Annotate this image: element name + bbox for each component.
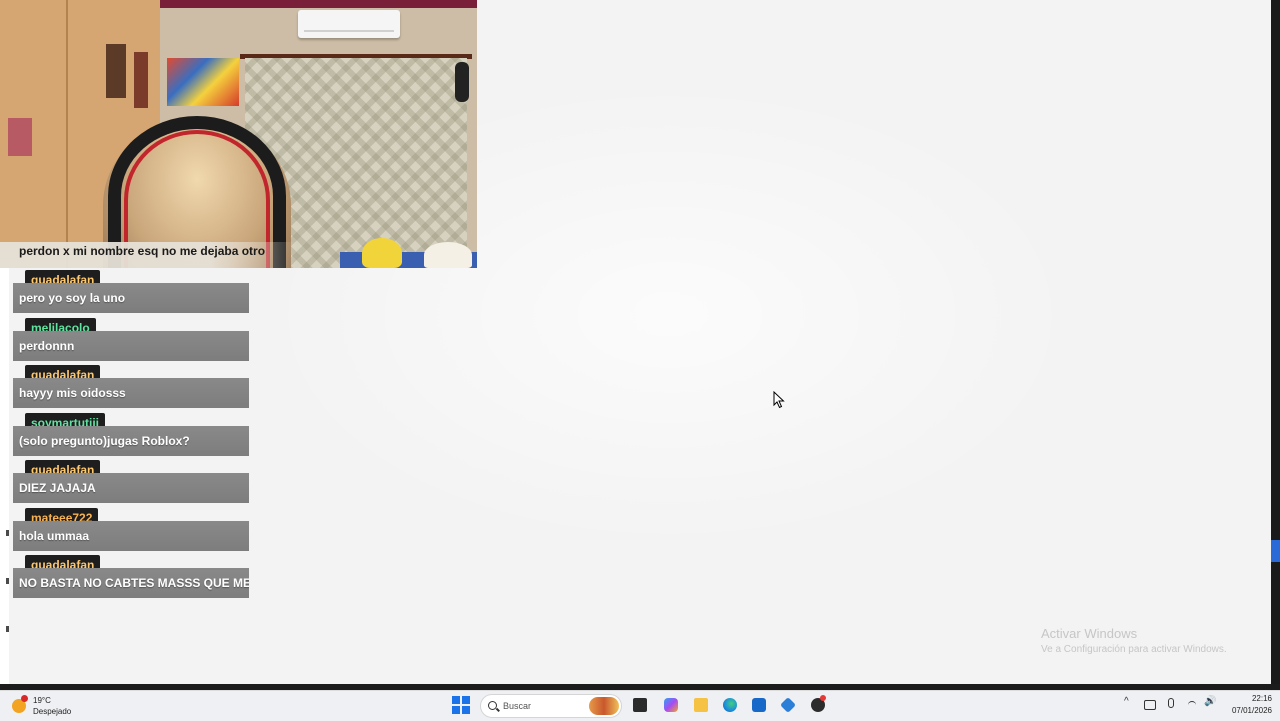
plush-toy (362, 238, 402, 268)
volume-icon[interactable]: 🔊 (1204, 696, 1216, 716)
chat-message-text: NO BASTA NO CABTES MASSS QUE ME D (13, 568, 249, 598)
webcam-chat-text: perdon x mi nombre esq no me dejaba otro (19, 244, 266, 258)
mouse-cursor-icon (773, 391, 785, 409)
edge-icon[interactable] (723, 698, 737, 712)
alert-dot-icon (21, 695, 28, 702)
windows-logo-icon (452, 696, 460, 704)
wall-poster (106, 44, 126, 98)
edge-tick (6, 626, 9, 632)
chat-message: guadalafan DIEZ JAJAJA (13, 460, 249, 508)
file-explorer-icon[interactable] (694, 698, 708, 712)
chat-message: guadalafan NO BASTA NO CABTES MASSS QUE … (13, 555, 249, 603)
wall-poster (134, 52, 148, 108)
windows-logo-icon (452, 706, 460, 714)
webcam-chat-message: perdon x mi nombre esq no me dejaba otro (0, 242, 300, 268)
taskbar: 19°C Despejado Buscar ^ 🔊 22:16 07/01/20… (0, 690, 1280, 721)
search-highlight-icon (589, 697, 619, 715)
webcam-feed: perdon x mi nombre esq no me dejaba otro (0, 0, 477, 268)
microphone-icon[interactable] (1168, 698, 1174, 708)
vscode-icon[interactable] (780, 697, 796, 713)
system-clock[interactable]: 22:16 07/01/2026 (1224, 693, 1272, 717)
task-view-icon[interactable] (633, 698, 647, 712)
clock-time: 22:16 (1251, 694, 1272, 703)
search-placeholder: Buscar (503, 701, 532, 711)
comic-poster (167, 58, 239, 106)
scroll-indicator[interactable] (1271, 540, 1280, 562)
wifi-icon[interactable] (1188, 701, 1196, 709)
chat-message-text: hola ummaa (13, 520, 249, 551)
chat-overlay: guadalafan pero yo soy la uno melilacolo… (13, 270, 249, 603)
taskbar-search[interactable]: Buscar (480, 694, 622, 718)
activate-windows-watermark: Activar Windows Ve a Configuración para … (1041, 626, 1227, 655)
network-icon[interactable] (1144, 700, 1156, 710)
obs-icon[interactable] (811, 695, 826, 712)
search-icon (488, 701, 497, 710)
clock-date: 07/01/2026 (1231, 706, 1272, 715)
windows-logo-icon (462, 696, 470, 704)
store-icon[interactable] (752, 698, 766, 712)
hanging-headphones (455, 62, 469, 102)
windows-logo-icon (462, 706, 470, 714)
tray-chevron-icon[interactable]: ^ (1124, 696, 1129, 716)
chat-message-text: DIEZ JAJAJA (13, 473, 249, 503)
watermark-title: Activar Windows (1041, 626, 1138, 641)
chat-message: soymartutiii (solo pregunto)jugas Roblox… (13, 412, 249, 461)
watermark-subtitle: Ve a Configuración para activar Windows. (1041, 644, 1227, 655)
left-window-edge (0, 268, 9, 684)
copilot-icon[interactable] (664, 698, 678, 712)
chat-message-text: hayyy mis oidosss (13, 378, 249, 408)
edge-tick (6, 578, 9, 584)
door-edge (66, 0, 68, 268)
right-window-edge (1271, 0, 1280, 690)
chat-message: guadalafan hayyy mis oidosss (13, 365, 249, 413)
plush-toy (424, 242, 472, 268)
weather-temp: 19°C (33, 696, 51, 705)
wall-decoration (8, 118, 32, 156)
chat-message: mateee722 hola ummaa (13, 507, 249, 556)
weather-condition: Despejado (33, 707, 72, 716)
chat-message-text: perdonnn (13, 330, 249, 361)
ceiling-strip (160, 0, 477, 8)
chat-message: melilacolo perdonnn (13, 317, 249, 366)
chat-message-text: (solo pregunto)jugas Roblox? (13, 425, 249, 456)
chat-message: guadalafan pero yo soy la uno (13, 270, 249, 318)
start-button[interactable] (452, 696, 470, 714)
air-conditioner (298, 10, 400, 38)
edge-tick (6, 530, 9, 536)
chat-message-text: pero yo soy la uno (13, 283, 249, 313)
